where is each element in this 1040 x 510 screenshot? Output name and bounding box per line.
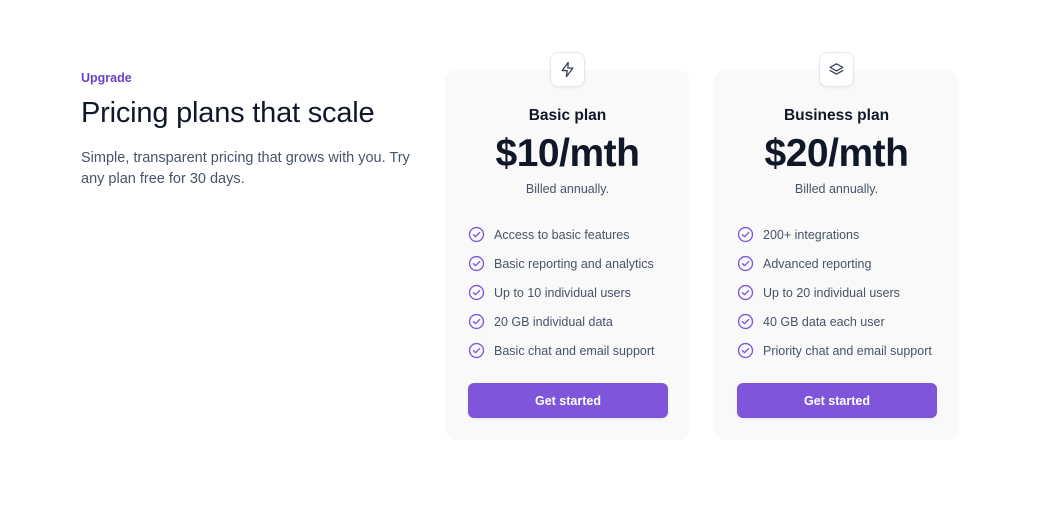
feature-list: Access to basic features Basic reporting… xyxy=(468,220,680,365)
check-circle-icon xyxy=(468,226,485,243)
check-circle-icon xyxy=(737,255,754,272)
feature-item: Access to basic features xyxy=(468,220,680,249)
layers-icon xyxy=(819,52,854,87)
check-circle-icon xyxy=(737,284,754,301)
feature-item: Priority chat and email support xyxy=(737,336,949,365)
feature-item: Up to 20 individual users xyxy=(737,278,949,307)
page-title: Pricing plans that scale xyxy=(81,97,375,129)
plan-name: Basic plan xyxy=(528,107,607,124)
feature-list: 200+ integrations Advanced reporting Up … xyxy=(737,220,949,365)
check-circle-icon xyxy=(737,313,754,330)
feature-item: Basic chat and email support xyxy=(468,336,680,365)
get-started-button-business[interactable]: Get started xyxy=(737,383,937,418)
check-circle-icon xyxy=(468,313,485,330)
check-circle-icon xyxy=(468,284,485,301)
feature-label: Up to 10 individual users xyxy=(494,285,631,300)
feature-item: Advanced reporting xyxy=(737,249,949,278)
get-started-button-basic[interactable]: Get started xyxy=(468,383,668,418)
feature-label: Advanced reporting xyxy=(763,256,872,271)
check-circle-icon xyxy=(737,342,754,359)
feature-label: 200+ integrations xyxy=(763,227,860,242)
plan-price: $10/mth xyxy=(495,132,640,175)
feature-item: Basic reporting and analytics xyxy=(468,249,680,278)
plan-card-business: Business plan $20/mth Billed annually. 2… xyxy=(714,52,959,440)
feature-label: Access to basic features xyxy=(494,227,630,242)
lightning-bolt-icon xyxy=(550,52,585,87)
feature-item: 40 GB data each user xyxy=(737,307,949,336)
eyebrow-label: Upgrade xyxy=(81,71,132,85)
pricing-intro: Upgrade Pricing plans that scale Simple,… xyxy=(81,70,421,189)
feature-label: Priority chat and email support xyxy=(763,343,932,358)
check-circle-icon xyxy=(468,255,485,272)
plan-name: Business plan xyxy=(783,107,890,124)
page-subtitle: Simple, transparent pricing that grows w… xyxy=(81,150,410,187)
plan-billing-note: Billed annually. xyxy=(794,182,879,196)
feature-label: Basic reporting and analytics xyxy=(494,256,654,271)
feature-item: 200+ integrations xyxy=(737,220,949,249)
plan-card-basic: Basic plan $10/mth Billed annually. Acce… xyxy=(445,52,690,440)
feature-item: Up to 10 individual users xyxy=(468,278,680,307)
plan-price: $20/mth xyxy=(764,132,909,175)
feature-label: 40 GB data each user xyxy=(763,314,885,329)
check-circle-icon xyxy=(737,226,754,243)
feature-item: 20 GB individual data xyxy=(468,307,680,336)
feature-label: Basic chat and email support xyxy=(494,343,655,358)
feature-label: 20 GB individual data xyxy=(494,314,613,329)
feature-label: Up to 20 individual users xyxy=(763,285,900,300)
check-circle-icon xyxy=(468,342,485,359)
plan-billing-note: Billed annually. xyxy=(525,182,610,196)
